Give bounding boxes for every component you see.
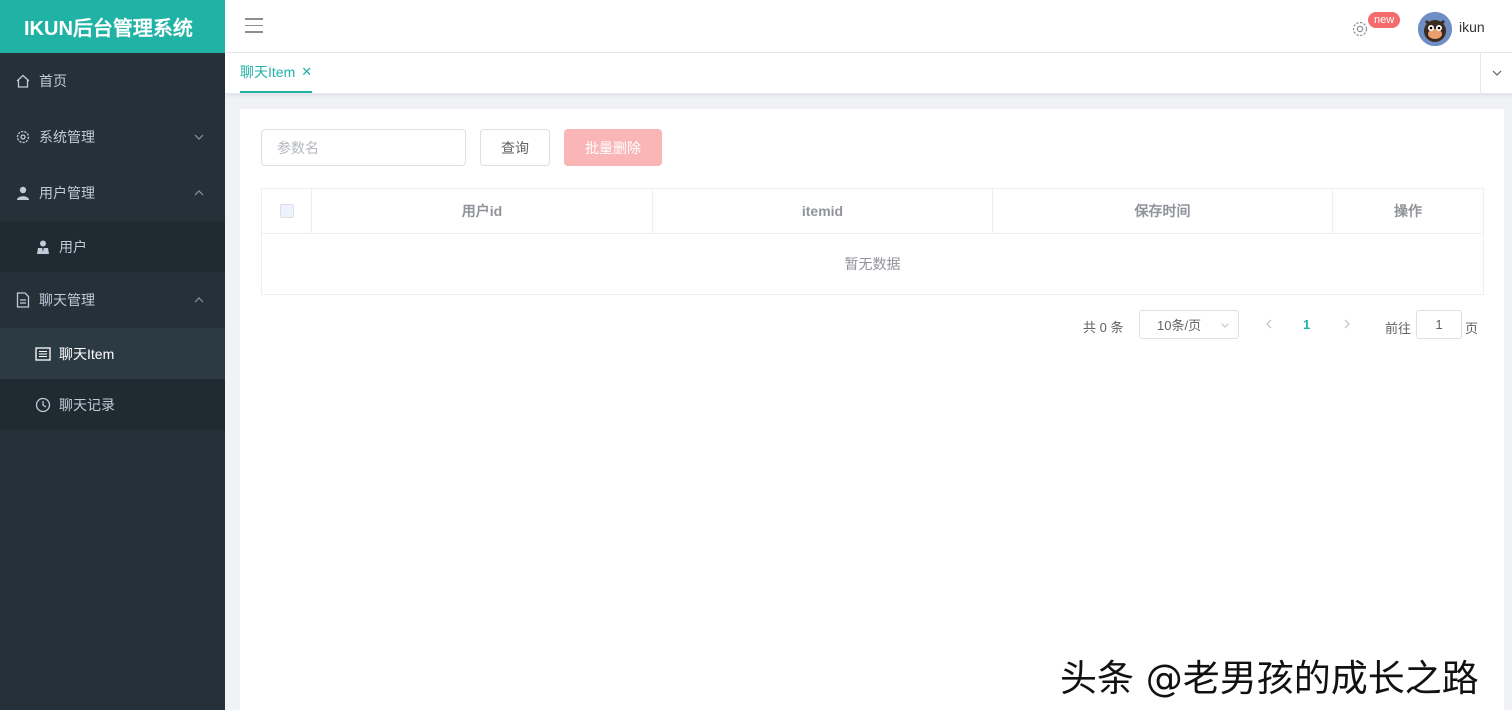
sidebar-item-label: 聊天管理 [39, 292, 95, 308]
sidebar-item-label: 聊天记录 [59, 396, 115, 413]
submenu-user-management: 用户 [0, 221, 225, 272]
page-size-select[interactable]: 10条/页 [1139, 310, 1239, 339]
home-icon [14, 72, 32, 90]
param-name-input[interactable] [261, 129, 466, 166]
next-page-icon[interactable] [1339, 315, 1355, 333]
page-size-value: 10条/页 [1157, 318, 1202, 333]
empty-placeholder: 暂无数据 [844, 256, 901, 272]
chevron-down-icon [1492, 70, 1501, 76]
goto-unit: 页 [1465, 321, 1479, 336]
sidebar-item-label: 首页 [39, 73, 67, 89]
sidebar-item-system[interactable]: 系统管理 [0, 109, 225, 165]
column-header-user-id[interactable]: 用户id [312, 189, 653, 233]
chevron-up-icon [194, 297, 204, 303]
app-logo-title: IKUN后台管理系统 [0, 0, 225, 53]
table-header: 用户id itemid 保存时间 操作 [262, 189, 1483, 234]
chevron-down-icon [1221, 323, 1229, 328]
sidebar-item-user-management[interactable]: 用户管理 [0, 165, 225, 221]
content-card: 查询 批量删除 用户id itemid 保存时间 操作 暂无数据 共 0 条 1… [240, 109, 1504, 710]
clock-icon [34, 396, 52, 414]
user-icon [14, 184, 32, 202]
select-all-cell [262, 189, 312, 233]
new-badge: new [1368, 12, 1401, 28]
goto-page-input[interactable] [1416, 310, 1462, 339]
column-header-actions: 操作 [1394, 203, 1422, 219]
sidebar-item-label: 系统管理 [39, 129, 95, 145]
query-button[interactable]: 查询 [480, 129, 550, 166]
goto-label: 前往 [1385, 321, 1412, 336]
sidebar-item-label: 聊天Item [59, 345, 115, 362]
user-tie-icon [34, 238, 52, 256]
close-icon[interactable]: ✕ [301, 64, 312, 80]
sidebar-item-label: 用户管理 [39, 185, 95, 201]
top-header: new ikun [225, 0, 1512, 53]
chevron-down-icon [194, 134, 204, 140]
sidebar-item-chat-records[interactable]: 聊天记录 [0, 379, 225, 430]
username[interactable]: ikun [1459, 19, 1485, 35]
batch-delete-button[interactable]: 批量删除 [564, 129, 662, 166]
tab-chat-item[interactable]: 聊天Item ✕ [240, 53, 313, 93]
sidebar-item-chat-management[interactable]: 聊天管理 [0, 272, 225, 328]
hamburger-menu-icon[interactable] [245, 18, 263, 34]
settings-gear-icon[interactable] [1351, 20, 1369, 38]
tabs-dropdown-button[interactable] [1480, 53, 1512, 93]
submenu-chat-management: 聊天Item 聊天记录 [0, 328, 225, 430]
tab-label: 聊天Item [240, 64, 296, 80]
tabs-bar: 聊天Item ✕ [225, 53, 1512, 94]
chevron-up-icon [194, 190, 204, 196]
gear-icon [14, 128, 32, 146]
sidebar-item-user[interactable]: 用户 [0, 221, 225, 272]
prev-page-icon[interactable] [1261, 315, 1277, 333]
sidebar-item-chat-item[interactable]: 聊天Item [0, 328, 225, 379]
column-header-save-time[interactable]: 保存时间 [993, 189, 1333, 233]
page-number-current[interactable]: 1 [1303, 317, 1310, 332]
data-table: 用户id itemid 保存时间 操作 暂无数据 [261, 188, 1484, 295]
column-header-itemid[interactable]: itemid [653, 189, 993, 233]
sidebar-item-label: 用户 [59, 238, 87, 255]
select-all-checkbox[interactable] [279, 204, 294, 218]
sidebar: IKUN后台管理系统 首页 系统管理 用户管理 用户 聊天管理 聊天Item 聊… [0, 0, 225, 710]
sidebar-item-home[interactable]: 首页 [0, 53, 225, 109]
user-avatar[interactable] [1418, 12, 1452, 46]
watermark: 头条 @老男孩的成长之路 [1060, 657, 1479, 700]
pagination-total: 共 0 条 [1083, 320, 1124, 335]
list-box-icon [34, 345, 52, 363]
document-icon [14, 291, 32, 309]
